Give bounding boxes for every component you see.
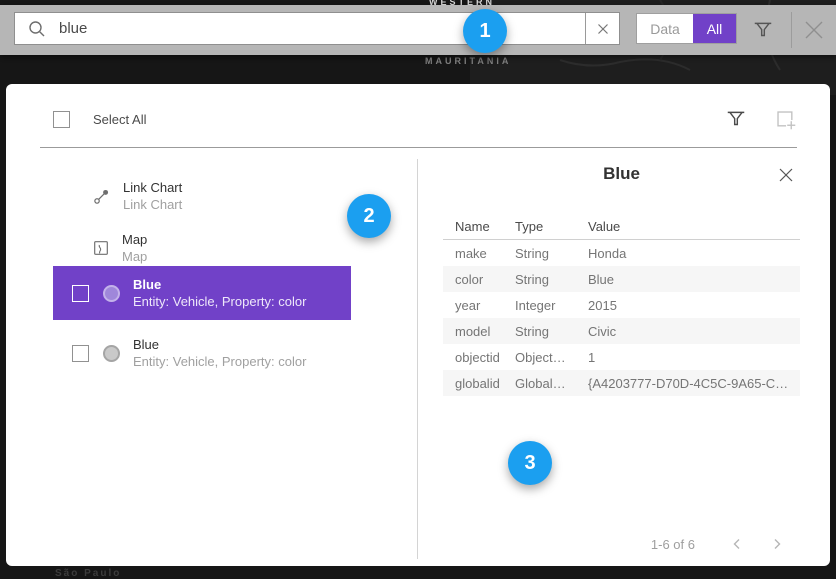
table-row: globalid Global… {A4203777-D70D-4C5C-9A6… bbox=[443, 370, 800, 396]
entity-dot-icon bbox=[103, 345, 120, 362]
cell-name: model bbox=[443, 324, 515, 339]
filter-icon[interactable] bbox=[750, 17, 776, 43]
map-label-mauritania: MAURITANIA bbox=[425, 56, 511, 66]
cell-name: year bbox=[443, 298, 515, 313]
panel-divider bbox=[417, 159, 418, 559]
entity-dot-icon bbox=[103, 285, 120, 302]
close-icon bbox=[777, 166, 795, 184]
annotation-badge-3: 3 bbox=[508, 441, 552, 485]
table-row: year Integer 2015 bbox=[443, 292, 800, 318]
cell-type: String bbox=[515, 272, 588, 287]
link-chart-icon bbox=[92, 187, 111, 206]
select-all-label: Select All bbox=[93, 112, 146, 127]
cell-type: Global… bbox=[515, 376, 588, 391]
select-all-checkbox[interactable] bbox=[53, 111, 70, 128]
cell-type: String bbox=[515, 324, 588, 339]
chevron-left-icon bbox=[730, 537, 744, 551]
pagination-prev-button[interactable] bbox=[727, 534, 747, 554]
list-item-subtitle: Entity: Vehicle, Property: color bbox=[133, 293, 306, 310]
list-item-link-chart[interactable]: Link Chart Link Chart bbox=[53, 172, 351, 220]
col-header-type: Type bbox=[515, 219, 588, 234]
results-dialog: Select All Link Chart Link Chart Map bbox=[6, 84, 830, 566]
table-header-row: Name Type Value bbox=[443, 214, 800, 240]
add-to-selection-icon[interactable] bbox=[774, 108, 797, 131]
cell-value: Civic bbox=[588, 324, 800, 339]
list-item-title: Blue bbox=[133, 337, 306, 353]
map-icon bbox=[92, 239, 110, 257]
cell-value: 2015 bbox=[588, 298, 800, 313]
cell-value: {A4203777-D70D-4C5C-9A65-C… bbox=[588, 376, 800, 391]
list-item-title: Link Chart bbox=[123, 180, 182, 196]
map-label-bottom: São Paulo bbox=[55, 568, 121, 579]
item-checkbox[interactable] bbox=[72, 345, 89, 362]
results-filter-icon[interactable] bbox=[725, 108, 747, 130]
cell-value: 1 bbox=[588, 350, 800, 365]
table-row: color String Blue bbox=[443, 266, 800, 292]
annotation-badge-1: 1 bbox=[463, 9, 507, 53]
cell-value: Honda bbox=[588, 246, 800, 261]
attributes-table: Name Type Value make String Honda color … bbox=[443, 214, 800, 396]
cell-name: globalid bbox=[443, 376, 515, 391]
table-row: objectid Object… 1 bbox=[443, 344, 800, 370]
cell-name: color bbox=[443, 272, 515, 287]
search-icon bbox=[27, 19, 47, 39]
scope-toggle: Data All bbox=[636, 13, 737, 44]
list-item-map[interactable]: Map Map bbox=[53, 224, 351, 272]
list-item-blue-selected[interactable]: Blue Entity: Vehicle, Property: color bbox=[53, 266, 351, 320]
col-header-name: Name bbox=[443, 219, 515, 234]
clear-search-button[interactable] bbox=[585, 13, 619, 44]
detail-panel-title: Blue bbox=[443, 164, 800, 184]
annotation-badge-2: 2 bbox=[347, 194, 391, 238]
scope-data-button[interactable]: Data bbox=[637, 14, 693, 43]
pagination-label: 1-6 of 6 bbox=[600, 537, 695, 552]
search-input-box[interactable]: blue bbox=[14, 12, 620, 45]
cell-type: String bbox=[515, 246, 588, 261]
app-screen: WESTERN MAURITANIA São Paulo blue Data A… bbox=[0, 0, 836, 579]
clear-x-icon bbox=[596, 22, 610, 36]
table-row: model String Civic bbox=[443, 318, 800, 344]
list-item-title: Map bbox=[122, 232, 147, 248]
cell-name: make bbox=[443, 246, 515, 261]
scope-all-button[interactable]: All bbox=[693, 14, 736, 43]
pagination-next-button[interactable] bbox=[767, 534, 787, 554]
cell-name: objectid bbox=[443, 350, 515, 365]
list-item-title: Blue bbox=[133, 277, 306, 293]
table-row: make String Honda bbox=[443, 240, 800, 266]
list-item-subtitle: Map bbox=[122, 248, 147, 265]
detail-close-button[interactable] bbox=[776, 165, 796, 185]
search-bar: blue Data All bbox=[0, 5, 836, 55]
topbar-divider bbox=[791, 12, 792, 48]
item-checkbox[interactable] bbox=[72, 285, 89, 302]
cell-type: Object… bbox=[515, 350, 588, 365]
list-item-subtitle: Link Chart bbox=[123, 196, 182, 213]
list-item-blue[interactable]: Blue Entity: Vehicle, Property: color bbox=[53, 328, 351, 378]
chevron-right-icon bbox=[770, 537, 784, 551]
list-item-subtitle: Entity: Vehicle, Property: color bbox=[133, 353, 306, 370]
cell-type: Integer bbox=[515, 298, 588, 313]
close-icon bbox=[801, 17, 827, 43]
col-header-value: Value bbox=[588, 219, 800, 234]
close-search-button[interactable] bbox=[799, 15, 829, 45]
header-divider bbox=[40, 147, 797, 148]
cell-value: Blue bbox=[588, 272, 800, 287]
